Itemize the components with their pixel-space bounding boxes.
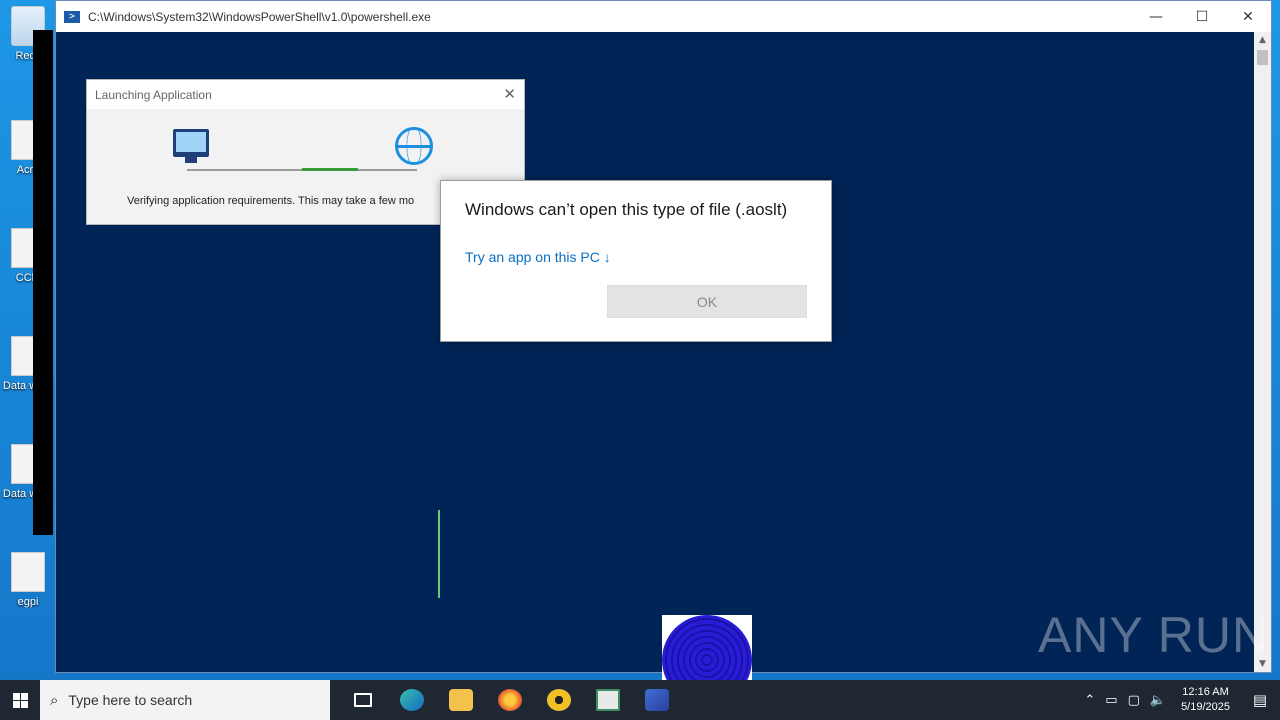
system-tray: ⌃ ▭ ▢ 🔈 12:16 AM 5/19/2025 ▤ (1079, 680, 1280, 720)
close-button[interactable]: ✕ (1225, 1, 1271, 32)
window-title: C:\Windows\System32\WindowsPowerShell\v1… (88, 9, 431, 24)
clock-time: 12:16 AM (1182, 686, 1229, 698)
task-view-button[interactable] (338, 680, 387, 720)
clock-date: 5/19/2025 (1181, 701, 1230, 713)
dialog-title: Launching Application (87, 80, 524, 109)
file-icon (11, 552, 45, 592)
computer-icon (173, 129, 209, 157)
render-artifact-strip (33, 30, 53, 535)
taskbar-apps (338, 680, 681, 720)
clock[interactable]: 12:16 AM 5/19/2025 (1181, 685, 1230, 715)
connection-progress (187, 168, 417, 171)
computer-stand (185, 157, 197, 163)
edge-icon (399, 689, 424, 711)
powershell-icon (644, 689, 669, 711)
edge-button[interactable] (387, 680, 436, 720)
powershell-icon: > (64, 10, 80, 23)
firefox-icon (497, 689, 522, 711)
file-explorer-button[interactable] (436, 680, 485, 720)
file-explorer-icon (448, 689, 473, 711)
task-view-icon (353, 693, 372, 707)
start-button[interactable] (0, 680, 40, 720)
search-box[interactable]: ⌕ Type here to search (40, 680, 330, 720)
desktop-icon-egpi[interactable]: egpi (2, 552, 54, 608)
app-window-button[interactable] (583, 680, 632, 720)
ok-button[interactable]: OK (607, 285, 807, 318)
error-message: Windows can’t open this type of file (.a… (465, 200, 788, 219)
notification-icon[interactable]: ▤ (1240, 691, 1280, 709)
volume-icon[interactable]: 🔈 (1150, 693, 1166, 708)
powershell-titlebar[interactable]: > C:\Windows\System32\WindowsPowerShell\… (56, 1, 1271, 32)
search-placeholder: Type here to search (68, 692, 193, 708)
maximize-button[interactable]: ☐ (1179, 1, 1225, 32)
vertical-scrollbar[interactable]: ▲ ▼ (1254, 32, 1271, 672)
firefox-button[interactable] (485, 680, 534, 720)
nuclear-app-icon (546, 689, 571, 711)
windows-icon (12, 692, 28, 708)
anyrun-watermark: ANY RUN (1038, 607, 1270, 663)
network-icon[interactable]: ▭ (1105, 693, 1117, 708)
close-icon[interactable]: ✕ (503, 85, 516, 103)
try-app-link[interactable]: Try an app on this PC ↓ (465, 249, 611, 265)
minimize-button[interactable]: — (1133, 1, 1179, 32)
render-artifact-line (438, 510, 440, 598)
file-open-error-dialog[interactable]: Windows can’t open this type of file (.a… (440, 180, 832, 342)
app-window-icon (595, 689, 620, 711)
desktop-icon-label: egpi (17, 596, 39, 608)
taskbar: ⌕ Type here to search ⌃ ▭ ▢ 🔈 12:16 AM 5… (0, 680, 1280, 720)
globe-icon (395, 127, 433, 165)
progress-segment (302, 168, 358, 171)
chevron-up-icon[interactable]: ⌃ (1084, 693, 1095, 708)
window-controls: — ☐ ✕ (1133, 1, 1271, 32)
powershell-taskbar-button[interactable] (632, 680, 681, 720)
search-icon: ⌕ (50, 691, 59, 709)
nuclear-app-button[interactable] (534, 680, 583, 720)
scroll-up-icon[interactable]: ▲ (1254, 32, 1271, 48)
scroll-thumb[interactable] (1257, 50, 1268, 65)
monitor-icon[interactable]: ▢ (1128, 693, 1140, 708)
